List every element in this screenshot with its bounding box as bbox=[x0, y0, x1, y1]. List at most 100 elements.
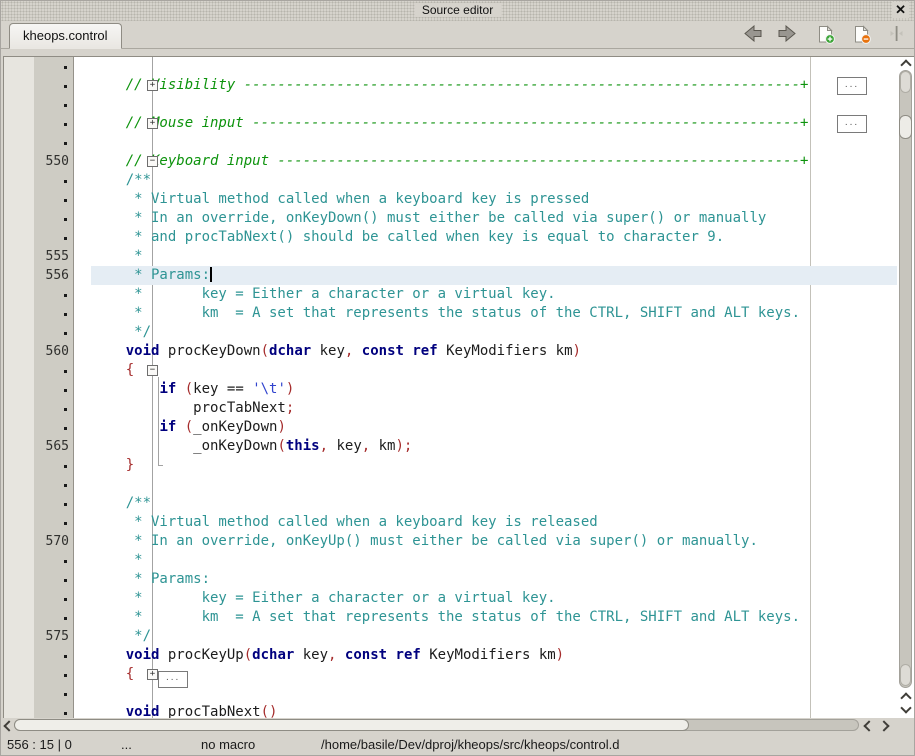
gutter-line-number bbox=[34, 570, 73, 589]
collapsed-fold-indicator[interactable]: ... bbox=[837, 115, 867, 133]
unnumbered-line-dot bbox=[64, 389, 67, 392]
code-editor[interactable]: 550555556560565570575 ++−−+ // Visibilit… bbox=[3, 56, 915, 719]
gutter-line-number: 550 bbox=[34, 152, 73, 171]
gutter-line-number bbox=[34, 494, 73, 513]
vertical-scroll-cap-bottom bbox=[900, 664, 911, 686]
scroll-right-icon[interactable] bbox=[878, 720, 889, 731]
collapsed-fold-indicator[interactable]: ... bbox=[837, 77, 867, 95]
code-line[interactable]: * and procTabNext() should be called whe… bbox=[91, 228, 897, 247]
code-line[interactable]: // Keyboard input ----------------------… bbox=[91, 152, 897, 171]
code-line[interactable]: * Params: bbox=[91, 570, 897, 589]
scroll-up-icon[interactable] bbox=[900, 59, 911, 70]
fold-collapse-toggle[interactable]: − bbox=[147, 365, 158, 376]
gutter-line-number: 570 bbox=[34, 532, 73, 551]
scroll-left-icon[interactable] bbox=[3, 720, 14, 731]
gutter-line-numbers: 550555556560565570575 bbox=[34, 57, 74, 719]
new-document-icon[interactable] bbox=[818, 25, 835, 49]
gutter-line-number bbox=[34, 171, 73, 190]
gutter-line-number bbox=[34, 133, 73, 152]
code-line[interactable]: */ bbox=[91, 323, 897, 342]
code-line[interactable] bbox=[91, 95, 897, 114]
gutter-line-number bbox=[34, 304, 73, 323]
gutter-line-number: 556 bbox=[34, 266, 73, 285]
gutter-line-number bbox=[34, 361, 73, 380]
code-line[interactable]: * Virtual method called when a keyboard … bbox=[91, 513, 897, 532]
unnumbered-line-dot bbox=[64, 693, 67, 696]
code-line[interactable]: void procTabNext() bbox=[91, 703, 897, 719]
gutter-line-number bbox=[34, 380, 73, 399]
unnumbered-line-dot bbox=[64, 503, 67, 506]
code-line[interactable]: _onKeyDown(this, key, km); bbox=[91, 437, 897, 456]
caret-position-status: 556 : 15 | 0 bbox=[7, 737, 72, 752]
file-path-status: /home/basile/Dev/dproj/kheops/src/kheops… bbox=[321, 737, 619, 752]
unnumbered-line-dot bbox=[64, 560, 67, 563]
code-line[interactable]: * km = A set that represents the status … bbox=[91, 608, 897, 627]
code-line[interactable]: if (_onKeyDown) bbox=[91, 418, 897, 437]
unnumbered-line-dot bbox=[64, 370, 67, 373]
code-line[interactable]: // Visibility --------------------------… bbox=[91, 76, 897, 95]
title-bar[interactable]: Source editor ✕ bbox=[1, 1, 914, 21]
code-line[interactable]: * km = A set that represents the status … bbox=[91, 304, 897, 323]
go-back-icon[interactable] bbox=[742, 25, 762, 47]
gutter-line-number bbox=[34, 475, 73, 494]
code-line[interactable] bbox=[91, 684, 897, 703]
window-title: Source editor bbox=[414, 3, 501, 17]
scroll-left-end-icon[interactable] bbox=[863, 720, 874, 731]
status-bar: 556 : 15 | 0 ... no macro /home/basile/D… bbox=[1, 732, 914, 756]
vertical-scroll-thumb[interactable] bbox=[899, 115, 912, 139]
unnumbered-line-dot bbox=[64, 85, 67, 88]
code-line[interactable]: * Virtual method called when a keyboard … bbox=[91, 190, 897, 209]
gutter-line-number bbox=[34, 399, 73, 418]
tab-toolbar bbox=[731, 25, 904, 45]
vertical-scrollbar[interactable] bbox=[897, 57, 915, 719]
unnumbered-line-dot bbox=[64, 332, 67, 335]
fold-collapse-toggle[interactable]: − bbox=[147, 156, 158, 167]
code-line[interactable]: void procKeyDown(dchar key, const ref Ke… bbox=[91, 342, 897, 361]
code-line[interactable]: } bbox=[91, 456, 897, 475]
code-line[interactable]: * bbox=[91, 247, 897, 266]
gutter-line-number bbox=[34, 76, 73, 95]
text-caret bbox=[210, 267, 212, 282]
code-line[interactable]: procTabNext; bbox=[91, 399, 897, 418]
unnumbered-line-dot bbox=[64, 712, 67, 715]
code-line[interactable]: {... bbox=[91, 665, 897, 684]
code-line[interactable]: { bbox=[91, 361, 897, 380]
gutter-margin bbox=[4, 57, 34, 719]
code-line[interactable] bbox=[91, 133, 897, 152]
fold-expand-toggle[interactable]: + bbox=[147, 80, 158, 91]
close-icon[interactable]: ✕ bbox=[892, 2, 909, 18]
code-line[interactable]: if (key == '\t') bbox=[91, 380, 897, 399]
gutter-line-number: 555 bbox=[34, 247, 73, 266]
unnumbered-line-dot bbox=[64, 199, 67, 202]
code-line[interactable]: * In an override, onKeyDown() must eithe… bbox=[91, 209, 897, 228]
unnumbered-line-dot bbox=[64, 427, 67, 430]
fold-expand-toggle[interactable]: + bbox=[147, 669, 158, 680]
fold-gutter[interactable]: ++−−+ bbox=[74, 57, 91, 719]
gutter-line-number bbox=[34, 323, 73, 342]
tab-kheops-control[interactable]: kheops.control bbox=[9, 23, 122, 49]
code-area[interactable]: // Visibility --------------------------… bbox=[91, 57, 897, 719]
code-line[interactable]: * key = Either a character or a virtual … bbox=[91, 589, 897, 608]
fold-expand-toggle[interactable]: + bbox=[147, 118, 158, 129]
vertical-scroll-track[interactable] bbox=[899, 70, 912, 688]
split-view-icon[interactable] bbox=[889, 25, 904, 47]
code-line[interactable]: * key = Either a character or a virtual … bbox=[91, 285, 897, 304]
go-forward-icon[interactable] bbox=[778, 25, 798, 47]
code-line[interactable] bbox=[91, 57, 897, 76]
code-line[interactable]: // Mouse input -------------------------… bbox=[91, 114, 897, 133]
code-line[interactable]: * In an override, onKeyUp() must either … bbox=[91, 532, 897, 551]
code-line[interactable]: /** bbox=[91, 171, 897, 190]
scroll-down-icon[interactable] bbox=[900, 702, 911, 713]
horizontal-scrollbar[interactable] bbox=[1, 718, 915, 732]
code-line[interactable] bbox=[91, 475, 897, 494]
horizontal-scroll-thumb[interactable] bbox=[14, 719, 689, 731]
unnumbered-line-dot bbox=[64, 104, 67, 107]
close-document-icon[interactable] bbox=[854, 25, 871, 49]
code-line[interactable]: * bbox=[91, 551, 897, 570]
code-line[interactable]: void procKeyUp(dchar key, const ref KeyM… bbox=[91, 646, 897, 665]
vertical-scroll-cap-top bbox=[900, 71, 911, 93]
code-line[interactable]: /** bbox=[91, 494, 897, 513]
code-line-current[interactable]: * Params: bbox=[91, 266, 897, 285]
gutter-line-number: 565 bbox=[34, 437, 73, 456]
code-line[interactable]: */ bbox=[91, 627, 897, 646]
